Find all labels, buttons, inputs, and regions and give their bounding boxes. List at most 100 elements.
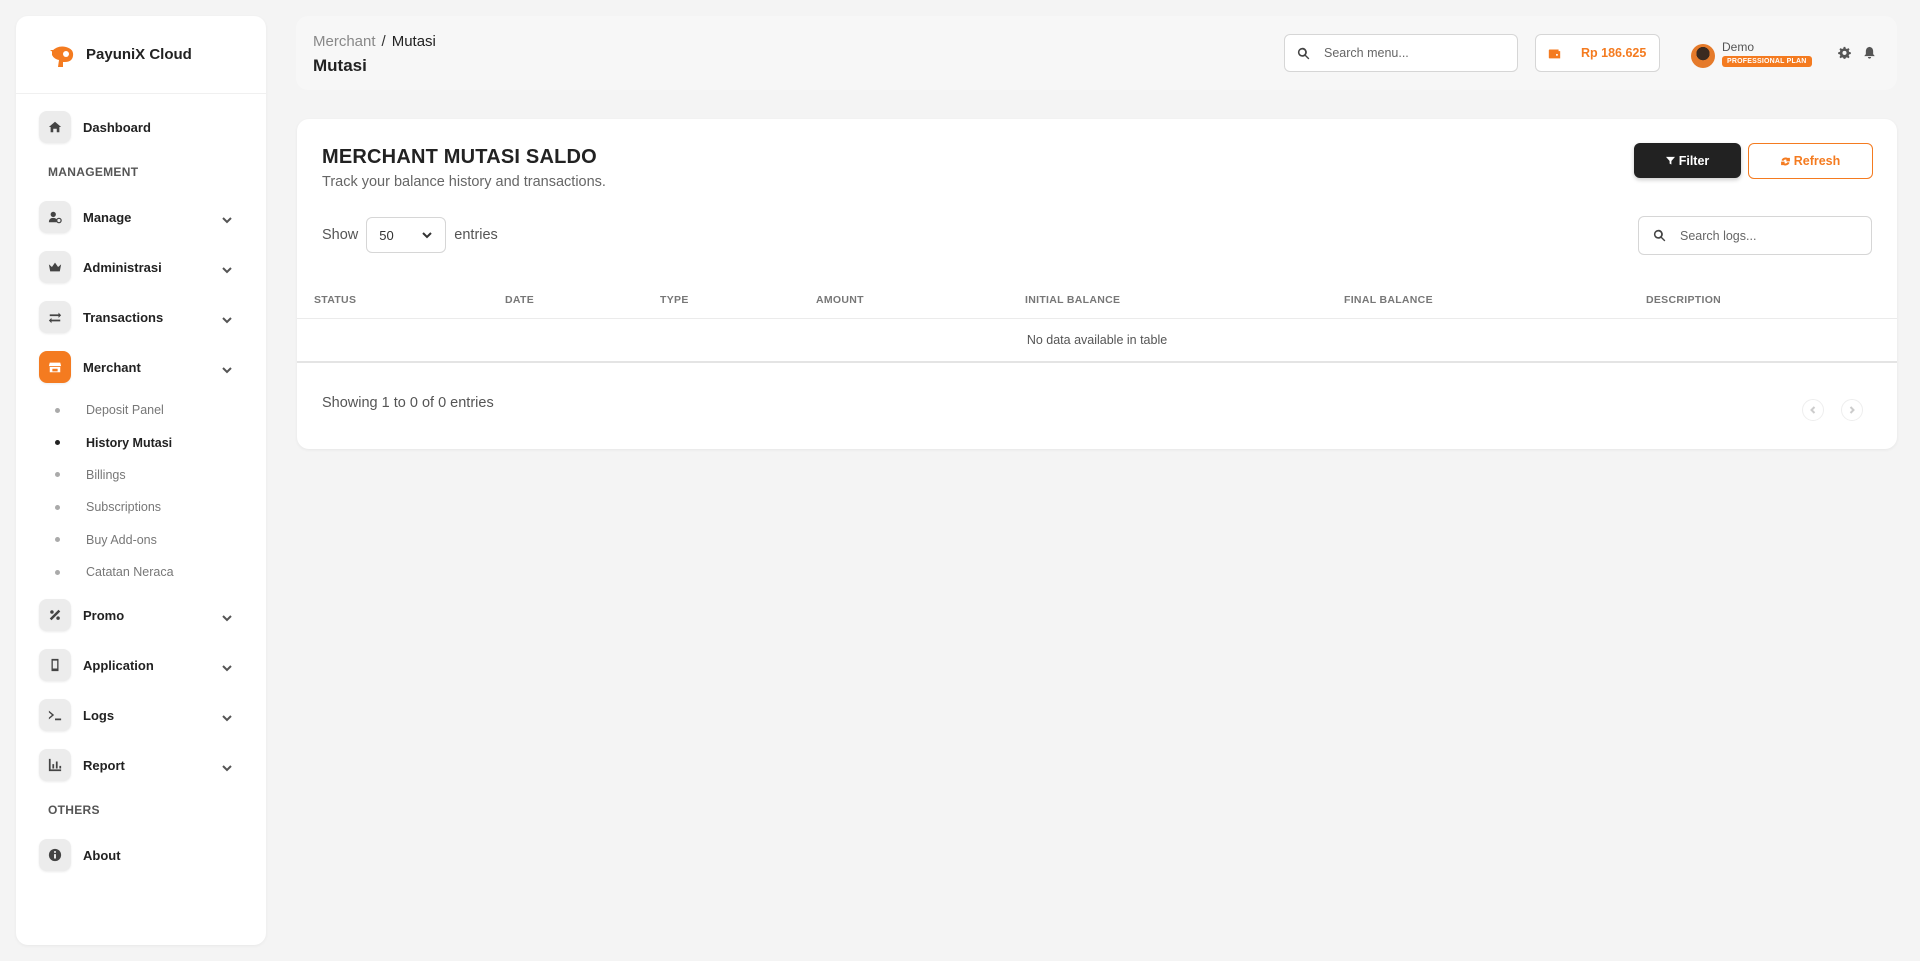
chevron-down-icon [222,710,232,722]
section-label-others: OTHERS [48,803,100,818]
sidebar-item-label: Dashboard [83,119,151,135]
chevron-down-icon [222,362,232,374]
page-title: Mutasi [313,56,367,75]
column-header-date[interactable]: DATE [505,294,534,306]
entries-label: entries [454,227,498,243]
info-icon [39,839,71,872]
submenu-item-history-mutasi[interactable]: History Mutasi [54,426,266,458]
chevron-down-icon [222,760,232,772]
brand[interactable]: PayuniX Cloud [16,16,266,94]
search-logs-input[interactable] [1680,228,1850,243]
home-icon [39,111,71,143]
sidebar-item-label: About [83,847,121,863]
exchange-icon [39,301,71,333]
pagination-prev-button[interactable] [1802,399,1824,421]
section-label-management: MANAGEMENT [48,165,139,179]
submenu-item-deposit-panel[interactable]: Deposit Panel [54,394,266,426]
table-header: STATUS DATE TYPE AMOUNT INITIAL BALANCE … [297,281,1897,319]
column-header-status[interactable]: STATUS [314,294,356,306]
submenu-item-billings[interactable]: Billings [54,459,266,491]
sidebar-item-report[interactable]: Report [16,740,266,790]
crown-icon [39,251,71,283]
balance-button[interactable]: Rp 186.625 [1535,34,1660,72]
chevron-down-icon [222,312,232,324]
sidebar-item-dashboard[interactable]: Dashboard [16,102,266,152]
search-icon [1297,47,1310,59]
sidebar-item-manage[interactable]: Manage [16,192,266,242]
sidebar-item-label: Application [83,657,154,673]
sidebar: PayuniX Cloud Dashboard MANAGEMENT Manag… [16,16,266,945]
user-name: Demo [1722,39,1755,54]
store-icon [39,351,71,383]
terminal-icon [39,699,71,732]
breadcrumb-parent[interactable]: Merchant [313,33,376,50]
mobile-icon [39,649,71,682]
payunix-logo-icon [50,46,74,67]
bullet-icon [55,504,60,510]
column-header-amount[interactable]: AMOUNT [816,294,864,306]
submenu-item-label: History Mutasi [86,435,173,450]
sidebar-item-label: Administrasi [83,259,162,275]
submenu-item-buy-add-ons[interactable]: Buy Add-ons [54,524,266,556]
submenu-item-subscriptions[interactable]: Subscriptions [54,491,266,523]
column-header-type[interactable]: TYPE [660,294,689,306]
sidebar-item-about[interactable]: About [16,830,266,880]
bullet-icon [55,472,60,478]
entries-select[interactable]: 50 [366,217,447,253]
refresh-button[interactable]: Refresh [1748,143,1873,179]
wallet-icon [1548,48,1561,58]
card-title: MERCHANT MUTASI SALDO [322,146,597,168]
sidebar-item-application[interactable]: Application [16,640,266,690]
bullet-icon [55,440,60,446]
entries-length-control: Show 50 entries [322,217,498,253]
sidebar-item-transactions[interactable]: Transactions [16,292,266,342]
refresh-icon [1780,157,1790,165]
user-info: Demo PROFESSIONAL PLAN [1722,40,1812,67]
gear-icon[interactable] [1838,46,1851,59]
user-menu[interactable]: Demo PROFESSIONAL PLAN [1691,38,1812,68]
percent-icon [39,599,71,632]
sidebar-item-merchant[interactable]: Merchant [16,342,266,392]
submenu-item-label: Buy Add-ons [86,532,157,547]
entries-select-value: 50 [379,227,394,243]
chevron-right-icon [1849,406,1855,414]
sidebar-item-logs[interactable]: Logs [16,690,266,740]
chevron-down-icon [222,610,232,622]
sidebar-item-label: Merchant [83,359,141,375]
chevron-down-icon [422,232,432,239]
filter-icon [1665,156,1675,165]
sidebar-item-administrasi[interactable]: Administrasi [16,242,266,292]
chevron-down-icon [222,262,232,274]
bullet-icon [55,407,60,413]
filter-button[interactable]: Filter [1634,143,1741,178]
sidebar-item-label: Transactions [83,309,164,325]
plan-badge: PROFESSIONAL PLAN [1722,55,1812,67]
show-label: Show [322,227,359,243]
sidebar-item-label: Promo [83,607,125,623]
pagination-next-button[interactable] [1841,399,1863,421]
sidebar-nav: Dashboard MANAGEMENT Manage Administrasi… [16,94,266,880]
chevron-down-icon [222,212,232,224]
submenu-item-label: Deposit Panel [86,403,164,418]
column-header-final-balance[interactable]: FINAL BALANCE [1344,294,1433,306]
top-header: Merchant / Mutasi Mutasi Rp 186.625 Demo P… [296,16,1897,90]
avatar [1691,44,1715,68]
sidebar-item-label: Manage [83,209,132,225]
submenu-item-catatan-neraca[interactable]: Catatan Neraca [54,556,266,588]
breadcrumb: Merchant / Mutasi [313,33,436,50]
search-logs-box[interactable] [1638,216,1872,255]
chevron-down-icon [222,660,232,672]
column-header-initial-balance[interactable]: INITIAL BALANCE [1025,294,1120,306]
merchant-submenu: Deposit Panel History Mutasi Billings Su… [16,394,266,588]
sidebar-item-promo[interactable]: Promo [16,590,266,640]
bullet-icon [55,537,60,543]
sidebar-item-label: Report [83,757,125,773]
submenu-item-label: Billings [86,467,126,482]
search-menu-input[interactable] [1324,46,1494,60]
submenu-item-label: Catatan Neraca [86,565,174,580]
bell-icon[interactable] [1863,46,1876,59]
search-menu-box[interactable] [1284,34,1518,72]
table-info: Showing 1 to 0 of 0 entries [322,395,494,411]
column-header-description[interactable]: DESCRIPTION [1646,294,1721,306]
breadcrumb-separator: / [381,33,386,50]
